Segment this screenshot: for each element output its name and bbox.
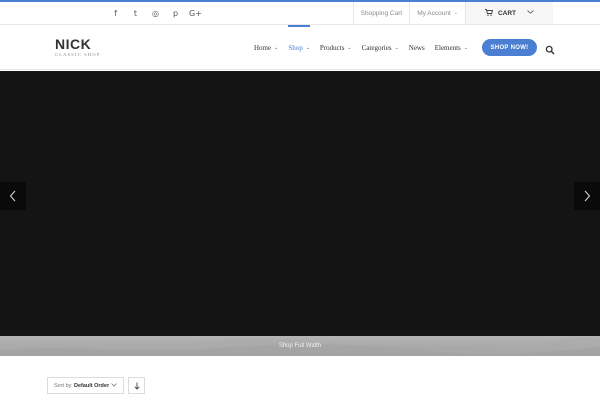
chevron-down-icon bbox=[527, 10, 534, 16]
chevron-down-icon bbox=[111, 382, 117, 389]
chevron-down-icon: ⌄ bbox=[347, 45, 352, 51]
chevron-down-icon: ⌄ bbox=[305, 45, 310, 51]
pinterest-icon[interactable]: p bbox=[170, 8, 181, 19]
nav-label: Elements bbox=[434, 43, 461, 52]
social-links: f t ◎ p G+ bbox=[110, 2, 202, 24]
chevron-right-icon bbox=[584, 190, 591, 202]
search-icon[interactable] bbox=[545, 42, 555, 55]
nav-news[interactable]: News bbox=[409, 25, 425, 70]
slider-prev-button[interactable] bbox=[0, 182, 26, 210]
cart-icon bbox=[484, 8, 494, 18]
nav-label: Shop bbox=[288, 43, 303, 52]
nav-label: Home bbox=[254, 43, 272, 52]
arrow-down-icon bbox=[133, 382, 140, 390]
logo-title: NICK bbox=[55, 36, 92, 52]
shop-now-button[interactable]: SHOP NOW! bbox=[482, 39, 537, 56]
chevron-down-icon: ⌄ bbox=[274, 45, 279, 51]
nav-label: Categories bbox=[361, 43, 392, 52]
main-header: NICK CLASSIC SHOP Home ⌄ Shop ⌄ Products ⌄ … bbox=[0, 25, 600, 70]
chevron-left-icon bbox=[9, 190, 16, 202]
page-title-bar: Shop Full Width bbox=[0, 336, 600, 356]
sort-value: Default Order bbox=[73, 382, 110, 389]
site-logo[interactable]: NICK CLASSIC SHOP bbox=[55, 37, 101, 57]
page-title: Shop Full Width bbox=[278, 343, 322, 349]
nav-elements[interactable]: Elements ⌄ bbox=[435, 25, 468, 70]
google-plus-icon[interactable]: G+ bbox=[189, 8, 202, 19]
sort-dropdown[interactable]: Sort by Default Order bbox=[47, 377, 124, 394]
my-account-label: My Account bbox=[417, 9, 451, 17]
my-account-link[interactable]: My Account ⌄ bbox=[409, 2, 465, 24]
nav-label: News bbox=[408, 43, 425, 52]
chevron-down-icon: ⌄ bbox=[453, 10, 458, 16]
nav-products[interactable]: Products ⌄ bbox=[320, 25, 352, 70]
instagram-icon[interactable]: ◎ bbox=[150, 8, 161, 19]
nav-shop[interactable]: Shop ⌄ bbox=[288, 25, 310, 70]
logo-subtitle: CLASSIC SHOP bbox=[55, 52, 101, 57]
main-nav: Home ⌄ Shop ⌄ Products ⌄ Categories ⌄ News E… bbox=[254, 25, 478, 70]
hero-slider bbox=[0, 71, 600, 336]
chevron-down-icon: ⌄ bbox=[463, 45, 468, 51]
top-bar: f t ◎ p G+ Shopping Cart My Account ⌄ CAR… bbox=[0, 2, 600, 25]
twitter-icon[interactable]: t bbox=[130, 8, 141, 19]
cart-button[interactable]: CART bbox=[465, 2, 553, 24]
sort-prefix: Sort by bbox=[54, 382, 72, 389]
shopping-cart-label: Shopping Cart bbox=[360, 9, 403, 17]
sort-direction-button[interactable] bbox=[128, 377, 145, 394]
shopping-cart-link[interactable]: Shopping Cart bbox=[352, 2, 410, 24]
nav-label: Products bbox=[319, 43, 345, 52]
facebook-icon[interactable]: f bbox=[110, 8, 121, 19]
slider-next-button[interactable] bbox=[574, 182, 600, 210]
cart-label: CART bbox=[497, 9, 517, 17]
chevron-down-icon: ⌄ bbox=[394, 45, 399, 51]
nav-categories[interactable]: Categories ⌄ bbox=[362, 25, 399, 70]
nav-home[interactable]: Home ⌄ bbox=[254, 25, 278, 70]
top-right-menu: Shopping Cart My Account ⌄ CART bbox=[352, 2, 600, 24]
